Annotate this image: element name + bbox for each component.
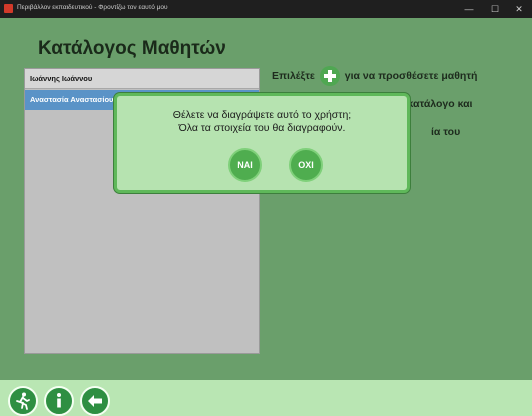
yes-button[interactable]: ΝΑΙ <box>228 148 262 182</box>
exit-icon <box>16 392 30 410</box>
delete-confirm-dialog: Θέλετε να διαγράψετε αυτό το χρήστη; Όλα… <box>114 93 410 193</box>
dialog-message: Θέλετε να διαγράψετε αυτό το χρήστη; Όλα… <box>117 109 407 135</box>
dialog-message-line: Όλα τα στοιχεία του θα διαγραφούν. <box>178 122 346 134</box>
plus-icon[interactable] <box>319 66 340 86</box>
app-icon <box>4 4 13 13</box>
instruction-line-3-fragment: ία του <box>431 126 461 138</box>
bottom-toolbar <box>0 380 532 416</box>
student-list-item[interactable]: Ιωάννης Ιωάννου <box>25 69 259 89</box>
window-title: Περιβάλλον εκπαιδευτικού - Φροντίζω τον … <box>17 4 168 11</box>
dialog-message-line: Θέλετε να διαγράψετε αυτό το χρήστη; <box>172 109 352 121</box>
page-title: Κατάλογος Μαθητών <box>38 38 226 59</box>
instruction-text: για να προσθέσετε μαθητή <box>344 69 478 82</box>
back-arrow-icon <box>88 395 102 407</box>
window-titlebar: Περιβάλλον εκπαιδευτικού - Φροντίζω τον … <box>0 0 532 18</box>
no-button[interactable]: ΟΧΙ <box>289 148 323 182</box>
instruction-text: Επιλέξτε <box>272 69 315 82</box>
minimize-button[interactable]: — <box>458 2 480 16</box>
back-button[interactable] <box>80 386 110 416</box>
main-area: Κατάλογος Μαθητών Ιωάννης Ιωάννου Αναστα… <box>0 18 532 380</box>
maximize-button[interactable]: ☐ <box>484 2 506 16</box>
exit-button[interactable] <box>8 386 38 416</box>
close-window-button[interactable]: ✕ <box>508 2 530 16</box>
info-button[interactable] <box>44 386 74 416</box>
info-icon <box>57 393 61 408</box>
instruction-line-1: Επιλέξτε για να προσθέσετε μαθητή <box>272 66 477 86</box>
